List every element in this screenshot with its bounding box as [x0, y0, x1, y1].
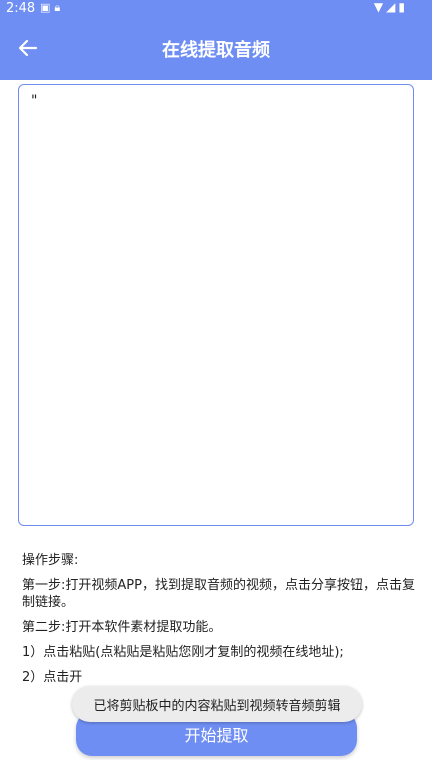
status-right-icons: ▼◢▮ — [374, 0, 408, 14]
instructions: 操作步骤: 第一步:打开视频APP，找到提取音频的视频，点击分享按钮，点击复制链… — [22, 552, 420, 694]
lock-icon: 🔒︎ — [54, 1, 65, 14]
url-input-area[interactable]: " — [18, 84, 414, 526]
instruction-substep-1: 1）点击粘贴(点粘贴是粘贴您刚才复制的视频在线地址); — [22, 645, 344, 660]
instruction-step-2: 第二步:打开本软件素材提取功能。 — [22, 620, 222, 635]
status-left-icons: ▣🔒︎ — [40, 1, 64, 15]
toast-message: 已将剪贴板中的内容粘贴到视频转音频剪辑 — [72, 686, 362, 722]
signal-icon: ◢ — [386, 0, 399, 14]
status-time: 2:48 — [6, 1, 36, 16]
instruction-step-1: 第一步:打开视频APP，找到提取音频的视频，点击分享按钮，点击复制链接。 — [22, 578, 415, 610]
wifi-icon: ▼ — [373, 0, 387, 14]
url-input-value: " — [31, 93, 38, 109]
battery-icon: ▮ — [398, 0, 408, 14]
instruction-substep-2: 2）点击开 — [22, 670, 83, 685]
app-bar: 在线提取音频 — [0, 18, 432, 80]
instructions-heading: 操作步骤: — [22, 553, 79, 568]
page-title: 在线提取音频 — [162, 40, 270, 61]
app-notification-icon: ▣ — [40, 1, 55, 14]
status-bar: 2:48 ▣🔒︎ ▼◢▮ — [0, 0, 432, 18]
